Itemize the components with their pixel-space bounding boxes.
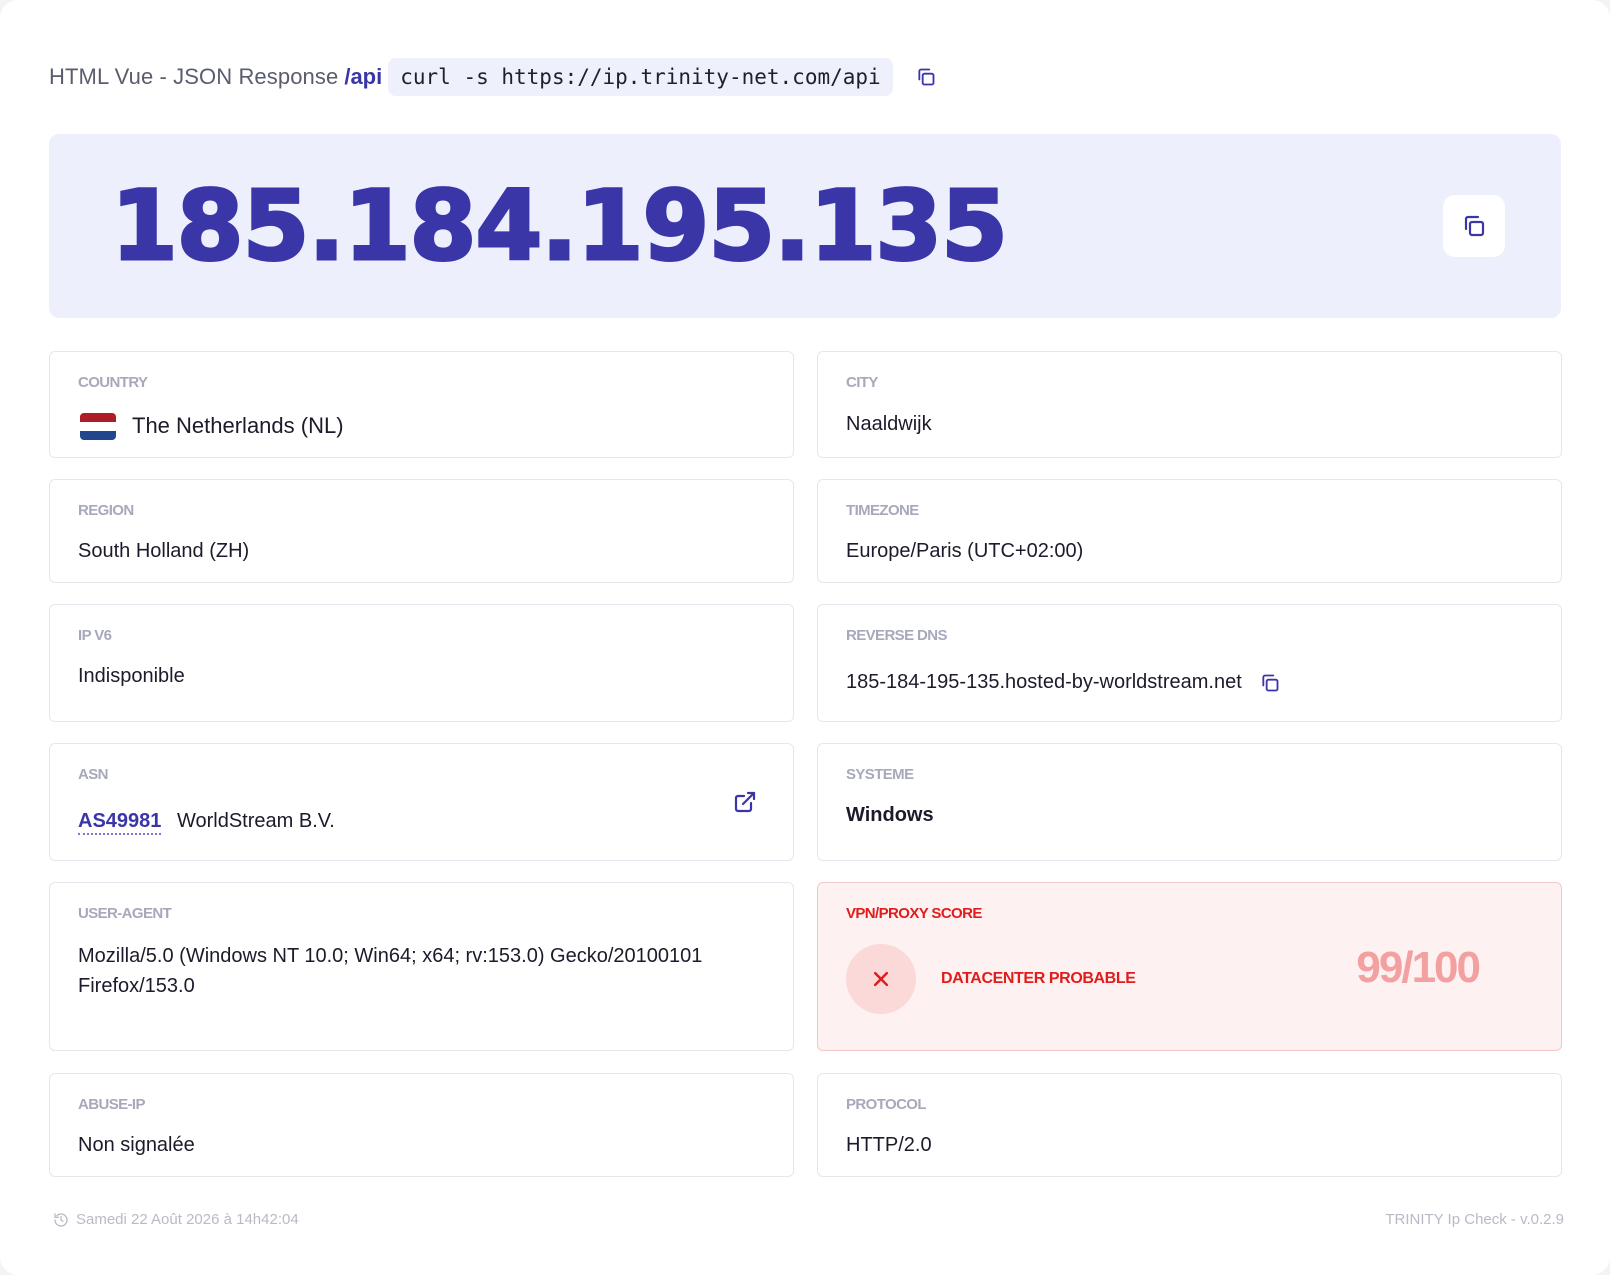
abuse-card: ABUSE-IP Non signalée	[49, 1073, 794, 1177]
asn-label: ASN	[78, 766, 108, 783]
copy-icon	[1262, 674, 1279, 691]
copy-ip-button[interactable]	[1443, 195, 1505, 257]
top-bar: HTML Vue - JSON Response /api curl -s ht…	[49, 58, 937, 96]
external-link-icon[interactable]	[733, 790, 757, 814]
user-agent-value: Mozilla/5.0 (Windows NT 10.0; Win64; x64…	[78, 941, 702, 1001]
country-value: The Netherlands (NL)	[132, 413, 344, 438]
format-links[interactable]: HTML Vue - JSON Response	[49, 64, 338, 90]
region-label: REGION	[78, 502, 134, 519]
protocol-value: HTTP/2.0	[846, 1134, 932, 1156]
copy-icon	[918, 68, 935, 86]
ipv6-value: Indisponible	[78, 665, 185, 687]
copy-icon	[1464, 215, 1485, 237]
abuse-label: ABUSE-IP	[78, 1096, 145, 1113]
page: HTML Vue - JSON Response /api curl -s ht…	[0, 0, 1610, 1275]
region-value: South Holland (ZH)	[78, 540, 250, 562]
country-label: COUNTRY	[78, 374, 148, 391]
protocol-card: PROTOCOL HTTP/2.0	[817, 1073, 1562, 1177]
ipv6-label: IP V6	[78, 627, 112, 644]
x-icon	[846, 944, 916, 1014]
timezone-label: TIMEZONE	[846, 502, 919, 519]
vpn-status: DATACENTER PROBABLE	[941, 970, 1136, 987]
asn-card: ASN AS49981 WorldStream B.V.	[49, 743, 794, 861]
netherlands-flag-icon	[80, 413, 116, 440]
copy-curl-button[interactable]	[915, 66, 937, 88]
country-card: COUNTRY The Netherlands (NL)	[49, 351, 794, 458]
ip-hero: 185.184.195.135	[49, 134, 1561, 318]
reverse-dns-row: 185-184-195-135.hosted-by-worldstream.ne…	[846, 671, 1280, 694]
user-agent-card: USER-AGENT Mozilla/5.0 (Windows NT 10.0;…	[49, 882, 794, 1051]
vpn-score: 99/100	[1356, 943, 1481, 992]
system-label: SYSTEME	[846, 766, 914, 783]
vpn-label: VPN/PROXY SCORE	[846, 905, 982, 922]
vpn-card: VPN/PROXY SCORE DATACENTER PROBABLE 99/1…	[817, 882, 1562, 1051]
reverse-dns-value: 185-184-195-135.hosted-by-worldstream.ne…	[846, 671, 1242, 693]
footer-timestamp: Samedi 22 Août 2026 à 14h42:04	[53, 1211, 299, 1228]
ip-address: 185.184.195.135	[110, 170, 1010, 282]
reverse-dns-label: REVERSE DNS	[846, 627, 948, 644]
city-card: CITY Naaldwijk	[817, 351, 1562, 458]
reverse-dns-card: REVERSE DNS 185-184-195-135.hosted-by-wo…	[817, 604, 1562, 722]
abuse-value: Non signalée	[78, 1134, 195, 1156]
user-agent-label: USER-AGENT	[78, 905, 172, 922]
api-link[interactable]: /api	[344, 64, 382, 90]
history-icon	[54, 1212, 68, 1227]
user-agent-line-2: Firefox/153.0	[78, 975, 195, 997]
footer-version: TRINITY Ip Check - v.0.2.9	[1385, 1211, 1564, 1228]
user-agent-line-1: Mozilla/5.0 (Windows NT 10.0; Win64; x64…	[78, 945, 703, 967]
protocol-label: PROTOCOL	[846, 1096, 927, 1113]
city-value: Naaldwijk	[846, 413, 932, 435]
timezone-card: TIMEZONE Europe/Paris (UTC+02:00)	[817, 479, 1562, 583]
city-label: CITY	[846, 374, 878, 391]
asn-org: WorldStream B.V.	[176, 810, 335, 832]
timezone-value: Europe/Paris (UTC+02:00)	[846, 540, 1084, 562]
system-value[interactable]: Windows	[846, 804, 934, 827]
timestamp-text: Samedi 22 Août 2026 à 14h42:04	[76, 1211, 299, 1228]
asn-row: AS49981 WorldStream B.V.	[78, 810, 335, 835]
asn-link[interactable]: AS49981	[78, 810, 162, 835]
system-card: SYSTEME Windows	[817, 743, 1562, 861]
curl-command: curl -s https://ip.trinity-net.com/api	[388, 58, 893, 96]
region-card: REGION South Holland (ZH)	[49, 479, 794, 583]
copy-dns-button[interactable]	[1260, 673, 1280, 693]
ipv6-card: IP V6 Indisponible	[49, 604, 794, 722]
